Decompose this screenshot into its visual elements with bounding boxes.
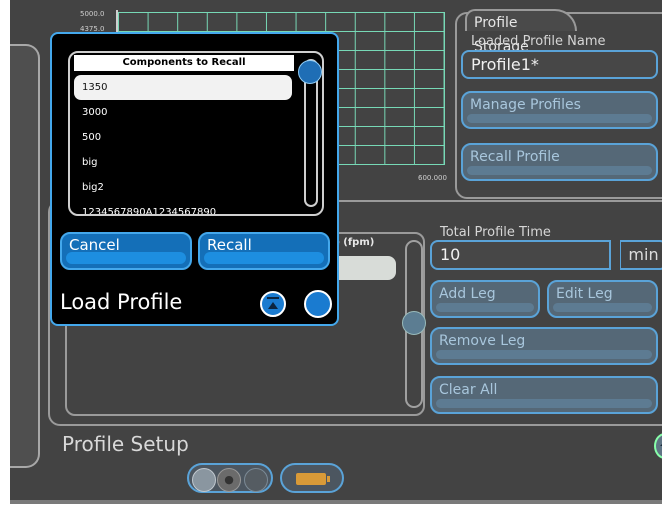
recall-button[interactable]: Recall [198, 232, 330, 270]
edit-leg-button[interactable]: Edit Leg [547, 280, 658, 318]
chart-x-tick-right: 600.000 [418, 174, 447, 182]
components-list-panel: Components to Recall 1350 3000 500 big big2 1… [68, 51, 324, 216]
unlock-circle-icon[interactable] [192, 468, 216, 492]
total-profile-time-field[interactable]: 10 [430, 240, 611, 270]
left-slide-panel[interactable] [10, 44, 40, 468]
chart-y-tick-top: 5000.0 [80, 10, 105, 18]
battery-icon [296, 473, 330, 485]
profile-setup-title: Profile Setup [62, 432, 189, 456]
rate-column-header: e (fpm) [333, 237, 375, 248]
load-profile-dialog: Components to Recall 1350 3000 500 big big2 1… [50, 32, 339, 326]
components-list-scroll-knob[interactable] [298, 60, 322, 84]
screen-bottom-edge [10, 500, 662, 504]
dialog-title: Load Profile [60, 290, 183, 314]
components-list-header: Components to Recall [74, 55, 294, 71]
lock-toggle-group[interactable]: ● [187, 463, 273, 493]
component-list-item[interactable]: 3000 [70, 100, 296, 125]
component-list-item[interactable]: big2 [70, 175, 296, 200]
manage-profiles-button[interactable]: Manage Profiles [461, 91, 658, 129]
component-list-item[interactable]: 500 [70, 125, 296, 150]
loaded-profile-field[interactable]: Profile1* [461, 50, 658, 79]
component-list-item[interactable]: big [70, 150, 296, 175]
options-circle-button[interactable] [304, 290, 332, 318]
third-lock-state-icon[interactable] [244, 468, 268, 492]
component-list-item[interactable]: 1234567890A1234567890 [70, 200, 296, 214]
profile-storage-tab: Profile Storage [465, 9, 577, 55]
component-list-item[interactable]: 1350 [74, 75, 292, 100]
cancel-button[interactable]: Cancel [60, 232, 192, 270]
remove-leg-button[interactable]: Remove Leg [430, 327, 658, 365]
rate-value-cell [336, 256, 396, 280]
legs-scroll-knob[interactable] [402, 311, 426, 335]
expand-up-icon[interactable] [654, 433, 662, 459]
clear-all-button[interactable]: Clear All [430, 376, 658, 414]
time-unit-label: min [620, 240, 662, 270]
lock-icon[interactable]: ● [217, 468, 241, 492]
components-list: 1350 3000 500 big big2 1234567890A1234567890 [70, 75, 296, 214]
add-leg-button[interactable]: Add Leg [430, 280, 540, 318]
loaded-profile-label: Loaded Profile Name [471, 34, 606, 49]
total-profile-time-label: Total Profile Time [440, 225, 551, 240]
recall-profile-button[interactable]: Recall Profile [461, 143, 658, 181]
battery-button[interactable] [280, 463, 344, 493]
collapse-up-icon[interactable] [260, 291, 286, 317]
